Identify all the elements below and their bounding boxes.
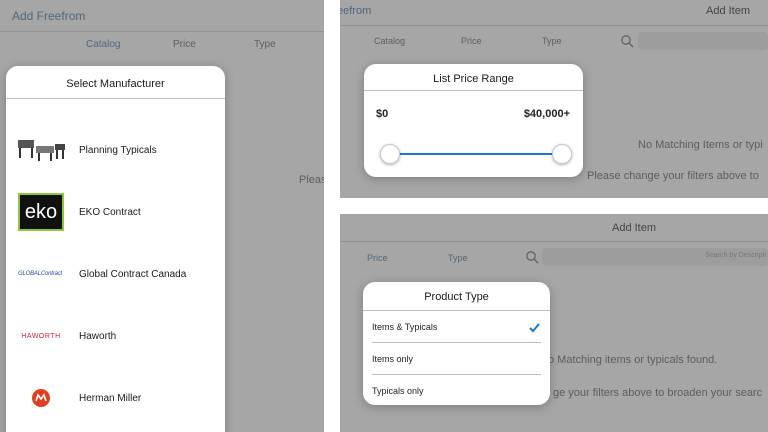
price-min-label: $0 bbox=[376, 108, 389, 120]
popover-title: Product Type bbox=[424, 291, 489, 303]
price-max-label: $40,000+ bbox=[523, 108, 570, 120]
global-contract-logo: GLOBALContract bbox=[10, 271, 70, 277]
price-slider-max-handle[interactable] bbox=[552, 144, 572, 164]
manufacturer-name: Haworth bbox=[79, 330, 117, 342]
product-type-popover: Product Type Items & Typicals Items only… bbox=[363, 282, 550, 405]
manufacturer-item-planning-typicals[interactable]: Planning Typicals bbox=[6, 119, 225, 181]
manufacturer-item-eko-contract[interactable]: eko EKO Contract bbox=[6, 181, 225, 243]
option-items-typicals[interactable]: Items & Typicals bbox=[363, 311, 550, 342]
eko-logo-text: eko bbox=[24, 200, 58, 223]
haworth-logo-text: HAWORTH bbox=[21, 332, 61, 340]
global-contract-logo-text: GLOBALContract bbox=[18, 271, 62, 277]
checkmark-icon bbox=[529, 320, 540, 338]
herman-miller-logo bbox=[16, 388, 66, 408]
list-price-range-popover: List Price Range $0 $40,000+ bbox=[364, 64, 583, 177]
furniture-thumbnail-icon bbox=[16, 136, 66, 164]
popover-title: List Price Range bbox=[433, 73, 514, 85]
price-slider-track[interactable] bbox=[390, 153, 562, 155]
option-label: Typicals only bbox=[372, 385, 424, 396]
manufacturer-item-herman-miller[interactable]: Herman Miller bbox=[6, 367, 225, 429]
manufacturer-item-haworth[interactable]: HAWORTH Haworth bbox=[6, 305, 225, 367]
option-items-only[interactable]: Items only bbox=[363, 343, 550, 374]
popover-divider bbox=[6, 98, 225, 99]
popover-title: Select Manufacturer bbox=[66, 78, 165, 90]
popover-divider bbox=[364, 90, 583, 91]
manufacturer-name: Planning Typicals bbox=[79, 144, 157, 156]
option-label: Items only bbox=[372, 353, 414, 364]
option-typicals-only[interactable]: Typicals only bbox=[363, 375, 550, 405]
manufacturer-item-global-contract[interactable]: GLOBALContract Global Contract Canada bbox=[6, 243, 225, 305]
manufacturer-name: Herman Miller bbox=[79, 392, 142, 404]
price-slider-min-handle[interactable] bbox=[380, 144, 400, 164]
select-manufacturer-popover: Select Manufacturer Planning Typicals ek… bbox=[6, 66, 225, 432]
eko-logo: eko bbox=[16, 193, 66, 231]
manufacturer-name: Global Contract Canada bbox=[79, 268, 187, 280]
option-label: Items & Typicals bbox=[372, 321, 438, 332]
manufacturer-name: EKO Contract bbox=[79, 206, 141, 218]
haworth-logo: HAWORTH bbox=[16, 333, 66, 340]
